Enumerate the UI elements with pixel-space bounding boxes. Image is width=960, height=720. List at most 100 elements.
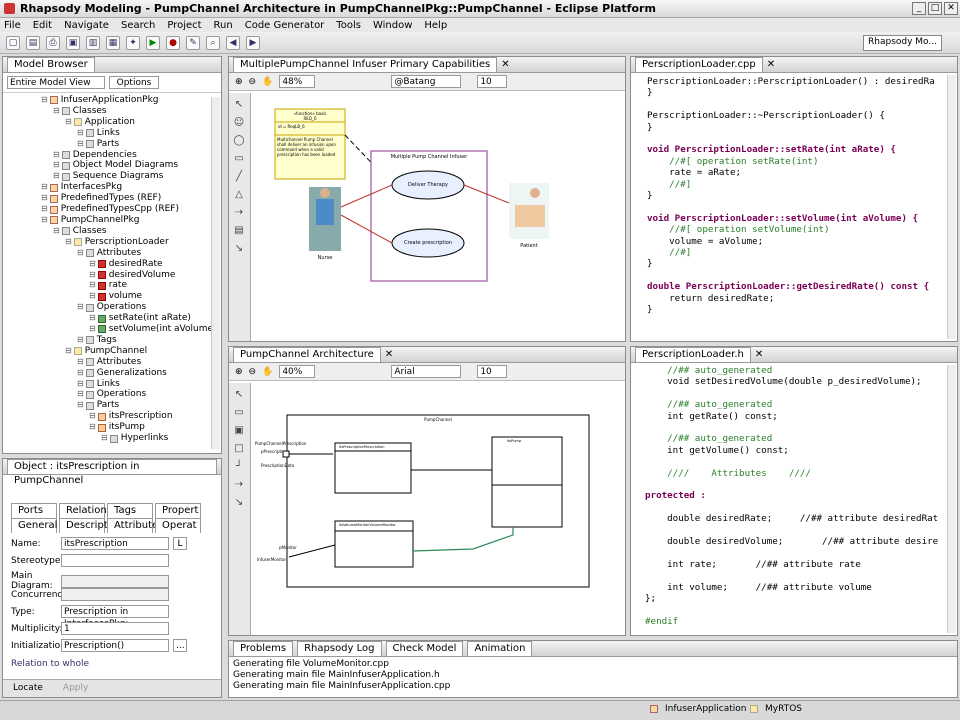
initialization-button[interactable]: ... [173, 639, 187, 652]
log-tab[interactable]: Rhapsody Log [297, 641, 382, 656]
close-tab-icon[interactable]: ✕ [501, 59, 509, 70]
expand-icon[interactable]: ⊟ [41, 182, 48, 193]
minimize-button[interactable]: _ [912, 2, 926, 15]
menu-help[interactable]: Help [424, 20, 447, 31]
expand-icon[interactable]: ⊟ [41, 95, 48, 106]
browser-icon[interactable]: ▥ [86, 35, 100, 50]
expand-icon[interactable]: ⊟ [101, 433, 108, 443]
dependency-tool-icon[interactable]: ⇢ [233, 479, 245, 491]
tree-item[interactable]: ⊟ Hyperlinks [5, 433, 221, 443]
tree-item[interactable]: ⊟ Sequence Diagrams [5, 171, 221, 182]
size-select[interactable]: 10 [477, 75, 508, 88]
tree-item[interactable]: ⊟ Application [5, 117, 221, 128]
expand-icon[interactable]: ⊟ [65, 237, 72, 248]
properties-tab[interactable]: Description [59, 518, 123, 533]
tree-item[interactable]: ⊟ Classes [5, 226, 221, 237]
concurrency-select[interactable] [61, 588, 169, 601]
new-icon[interactable]: ▢ [6, 35, 20, 50]
expand-icon[interactable]: ⊟ [89, 280, 96, 291]
expand-icon[interactable]: ⊟ [41, 215, 48, 226]
zoom-in-icon[interactable]: ⊕ [235, 367, 243, 377]
close-tab-icon[interactable]: ✕ [755, 349, 763, 360]
tree-item[interactable]: ⊟ InfuserApplicationPkg [5, 95, 221, 106]
properties-tab[interactable]: Attributes [107, 518, 163, 533]
tree-scrollbar[interactable] [211, 97, 220, 449]
cpp-editor-tab[interactable]: PerscriptionLoader.cpp [635, 57, 763, 72]
tree-item[interactable]: ⊟ PumpChannelPkg [5, 215, 221, 226]
expand-icon[interactable]: ⊟ [77, 302, 84, 313]
menu-window[interactable]: Window [373, 20, 412, 31]
properties-tab[interactable]: Propert [155, 503, 201, 518]
font-select[interactable]: Arial [391, 365, 462, 378]
initialization-field[interactable]: Prescription() [61, 639, 169, 652]
expand-icon[interactable]: ⊟ [53, 160, 60, 171]
tree-item[interactable]: ⊟ volume [5, 291, 221, 302]
header-code-area[interactable]: //## auto_generated void setDesiredVolum… [631, 363, 957, 633]
tree-item[interactable]: ⊟ PerscriptionLoader [5, 237, 221, 248]
zoom-in-icon[interactable]: ⊕ [235, 77, 243, 87]
tree-item[interactable]: ⊟ setRate(int aRate) [5, 313, 221, 324]
usecase-tool-icon[interactable]: ◯ [233, 135, 245, 147]
port-tool-icon[interactable]: □ [233, 443, 245, 455]
diagram-icon[interactable]: ▦ [106, 35, 120, 50]
menu-run[interactable]: Run [214, 20, 233, 31]
package-tool-icon[interactable]: ▭ [233, 153, 245, 165]
print-icon[interactable]: ⎙ [46, 35, 60, 50]
expand-icon[interactable]: ⊟ [77, 368, 84, 379]
expand-icon[interactable]: ⊟ [53, 226, 60, 237]
apply-button[interactable]: Apply [63, 683, 88, 694]
tree-item[interactable]: ⊟ Links [5, 379, 221, 390]
log-tab[interactable]: Check Model [385, 641, 464, 656]
expand-icon[interactable]: ⊟ [77, 139, 84, 150]
select-tool-icon[interactable]: ↖ [233, 389, 245, 401]
log-tab[interactable]: Problems [233, 641, 294, 656]
expand-icon[interactable]: ⊟ [77, 379, 84, 390]
menu-navigate[interactable]: Navigate [64, 20, 109, 31]
close-tab-icon[interactable]: ✕ [385, 349, 393, 360]
pan-icon[interactable]: ✋ [262, 367, 273, 377]
close-button[interactable]: ✕ [944, 2, 958, 15]
model-browser-tab[interactable]: Model Browser [7, 57, 95, 72]
properties-tab[interactable]: Ports [11, 503, 57, 518]
tree-item[interactable]: ⊟ desiredRate [5, 259, 221, 270]
tree-item[interactable]: ⊟ Object Model Diagrams [5, 160, 221, 171]
tree-item[interactable]: ⊟ Operations [5, 302, 221, 313]
locate-button[interactable]: Locate [13, 683, 43, 694]
tree-item[interactable]: ⊟ desiredVolume [5, 270, 221, 281]
select-tool-icon[interactable]: ↖ [233, 99, 245, 111]
expand-icon[interactable]: ⊟ [77, 248, 84, 259]
log-tab[interactable]: Animation [467, 641, 533, 656]
expand-icon[interactable]: ⊟ [65, 346, 72, 357]
part-volume-monitor[interactable] [334, 520, 414, 568]
run-icon[interactable]: ▶ [146, 35, 160, 50]
size-select[interactable]: 10 [477, 365, 508, 378]
settings-icon[interactable]: ✦ [126, 35, 140, 50]
expand-icon[interactable]: ⊟ [89, 259, 96, 270]
link-tool-icon[interactable]: ↘ [233, 243, 245, 255]
tree-item[interactable]: ⊟ Attributes [5, 248, 221, 259]
menu-search[interactable]: Search [121, 20, 155, 31]
tree-item[interactable]: ⊟ setVolume(int aVolume) [5, 324, 221, 335]
font-select[interactable]: @Batang [391, 75, 462, 88]
expand-icon[interactable]: ⊟ [65, 117, 72, 128]
properties-tab[interactable]: Operat [155, 518, 201, 533]
expand-icon[interactable]: ⊟ [77, 357, 84, 368]
name-field[interactable]: itsPrescription [61, 537, 169, 550]
expand-icon[interactable]: ⊟ [89, 411, 96, 422]
zoom-out-icon[interactable]: ⊖ [249, 367, 257, 377]
menu-edit[interactable]: Edit [33, 20, 52, 31]
expand-icon[interactable]: ⊟ [89, 270, 96, 281]
dependency-tool-icon[interactable]: ⇢ [233, 207, 245, 219]
expand-icon[interactable]: ⊟ [41, 193, 48, 204]
tree-item[interactable]: ⊟ itsPump [5, 422, 221, 433]
expand-icon[interactable]: ⊟ [89, 291, 96, 302]
menu-code-generator[interactable]: Code Generator [245, 20, 325, 31]
expand-icon[interactable]: ⊟ [77, 400, 84, 411]
expand-icon[interactable]: ⊟ [89, 422, 96, 433]
class-tool-icon[interactable]: ▣ [233, 425, 245, 437]
options-button[interactable]: Options [109, 76, 159, 89]
tree-item[interactable]: ⊟ PredefinedTypes (REF) [5, 193, 221, 204]
note-tool-icon[interactable]: ▤ [233, 225, 245, 237]
actor-tool-icon[interactable]: ☺ [233, 117, 245, 129]
tree-item[interactable]: ⊟ itsPrescription [5, 411, 221, 422]
